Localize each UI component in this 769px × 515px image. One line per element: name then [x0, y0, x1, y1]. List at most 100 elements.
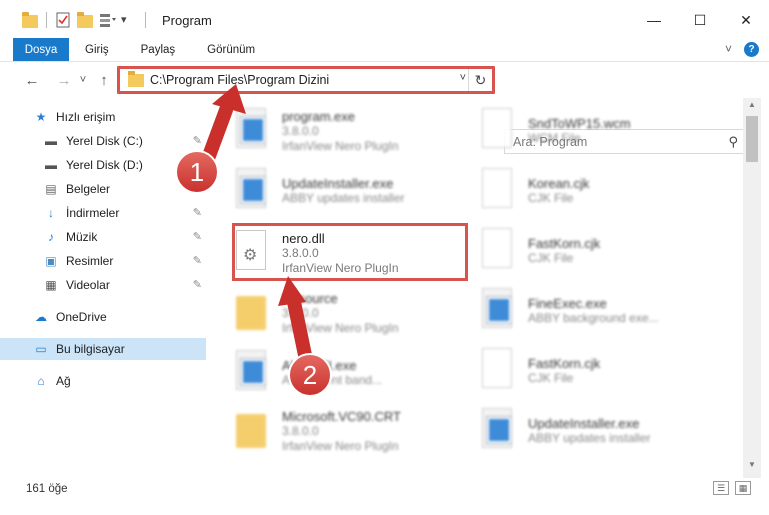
- sidebar-item-label: Bu bilgisayar: [56, 342, 125, 356]
- tab-giris[interactable]: Giriş: [69, 38, 125, 61]
- file-item-nero-dll[interactable]: nero.dll 3.8.0.0 IrfanView Nero PlugIn: [232, 224, 472, 282]
- sidebar-item-label: Yerel Disk (D:): [66, 158, 143, 172]
- sidebar-item-pictures[interactable]: ▣ Resimler ✎: [0, 250, 206, 272]
- close-button[interactable]: ✕: [723, 0, 769, 40]
- minimize-button[interactable]: —: [631, 0, 677, 40]
- up-button[interactable]: ↑: [92, 72, 116, 89]
- pin-icon: ✎: [192, 207, 202, 219]
- file-icon: [482, 228, 516, 272]
- sidebar-item-videos[interactable]: ▦ Videolar ✎: [0, 274, 206, 296]
- sidebar-item-quick-access[interactable]: ★ Hızlı erişim: [0, 106, 206, 128]
- sidebar-item-local-disk-d[interactable]: ▬ Yerel Disk (D:): [0, 154, 206, 176]
- details-view-icon[interactable]: ☰: [713, 481, 729, 495]
- vertical-scrollbar[interactable]: ▲ ▼: [743, 98, 761, 478]
- recent-locations-button[interactable]: ˅: [76, 74, 90, 86]
- properties-icon[interactable]: [55, 12, 71, 28]
- file-item[interactable]: Microsoft.VC90.CRT 3.8.0.0 IrfanView Ner…: [232, 402, 472, 460]
- exe-file-icon: [236, 168, 270, 212]
- file-name: nero.dll: [282, 230, 325, 246]
- music-icon: ♪: [48, 230, 54, 244]
- file-type: CJK File: [528, 251, 574, 265]
- file-description: IrfanView Nero PlugIn: [282, 438, 399, 453]
- file-item[interactable]: FastKorn.cjk CJK File: [478, 342, 718, 400]
- file-name: UpdateInstaller.exe: [528, 416, 640, 431]
- tab-gorunum[interactable]: Görünüm: [191, 38, 271, 61]
- scrollbar-thumb[interactable]: [746, 116, 758, 162]
- sidebar-item-onedrive[interactable]: ☁ OneDrive: [0, 306, 206, 328]
- sidebar-item-network[interactable]: ⌂ Ağ: [0, 370, 206, 392]
- window-title: Program: [162, 12, 212, 28]
- pin-icon: ✎: [192, 255, 202, 267]
- refresh-button[interactable]: ↻: [468, 68, 492, 92]
- sidebar-item-music[interactable]: ♪ Müzik ✎: [0, 226, 206, 248]
- sidebar-item-documents[interactable]: ▤ Belgeler ✎: [0, 178, 206, 200]
- file-name: program.exe: [282, 108, 355, 124]
- maximize-button[interactable]: ☐: [677, 0, 723, 40]
- folder-icon: [236, 290, 270, 334]
- file-item[interactable]: AbbySTI.exe Abby event band...: [232, 344, 472, 402]
- file-item[interactable]: SndToWP15.wcm WCM File: [478, 102, 718, 160]
- video-icon: ▦: [45, 278, 57, 292]
- exe-file-icon: [482, 408, 516, 452]
- pin-icon: ✎: [192, 231, 202, 243]
- address-path[interactable]: C:\Program Files\Program Dizini: [150, 73, 329, 87]
- navigation-pane: ★ Hızlı erişim ▬ Yerel Disk (C:) ✎ ▬ Yer…: [0, 98, 208, 478]
- tab-paylas[interactable]: Paylaş: [125, 38, 192, 61]
- pin-icon: ✎: [192, 279, 202, 291]
- customize-toolbar-icon[interactable]: ▾: [121, 12, 137, 28]
- file-version: 3.8.0.0: [282, 245, 319, 260]
- forward-button[interactable]: →: [52, 72, 76, 89]
- file-item[interactable]: UpdateInstaller.exe ABBY updates install…: [478, 402, 718, 460]
- sidebar-item-local-disk-c[interactable]: ▬ Yerel Disk (C:) ✎: [0, 130, 206, 152]
- new-folder-icon[interactable]: [77, 12, 93, 28]
- file-item[interactable]: FineExec.exe ABBY background exe...: [478, 282, 718, 340]
- file-name: FastKorn.cjk: [528, 236, 601, 251]
- file-item[interactable]: program.exe 3.8.0.0 IrfanView Nero PlugI…: [232, 102, 472, 160]
- file-icon: [482, 108, 516, 152]
- item-count: 161 öğe: [26, 483, 68, 495]
- sidebar-item-downloads[interactable]: ↓ İndirmeler ✎: [0, 202, 206, 224]
- exe-file-icon: [482, 288, 516, 332]
- file-type: CJK File: [528, 191, 574, 205]
- tab-dosya[interactable]: Dosya: [13, 38, 69, 61]
- file-item[interactable]: UpdateInstaller.exe ABBY updates install…: [232, 162, 472, 220]
- dll-file-icon: [236, 230, 270, 274]
- file-item[interactable]: Resource 3.8.0.0 IrfanView Nero PlugIn: [232, 284, 472, 342]
- cloud-icon: ☁: [35, 310, 47, 324]
- scroll-down-icon[interactable]: ▼: [743, 460, 761, 476]
- file-icon: [482, 348, 516, 392]
- sidebar-item-this-pc[interactable]: ▭ Bu bilgisayar: [0, 338, 206, 360]
- file-version: 3.8.0.0: [282, 123, 319, 138]
- file-name: UpdateInstaller.exe: [282, 176, 394, 191]
- status-bar: 161 öğe: [0, 478, 769, 500]
- file-type: CJK File: [528, 371, 574, 385]
- sidebar-item-label: Ağ: [56, 374, 71, 388]
- address-dropdown-icon[interactable]: ˅: [460, 72, 466, 84]
- sidebar-item-label: Hızlı erişim: [56, 110, 116, 124]
- file-item[interactable]: Korean.cjk CJK File: [478, 162, 718, 220]
- file-name: FastKorn.cjk: [528, 356, 601, 371]
- file-description: IrfanView Nero PlugIn: [282, 260, 399, 275]
- download-icon: ↓: [48, 206, 54, 220]
- pin-icon: ✎: [192, 135, 202, 147]
- separator: [46, 12, 47, 28]
- tiles-view-icon[interactable]: ▦: [735, 481, 751, 495]
- file-item[interactable]: FastKorn.cjk CJK File: [478, 222, 718, 280]
- view-options-icon[interactable]: [99, 12, 116, 28]
- separator: [145, 12, 146, 28]
- scroll-up-icon[interactable]: ▲: [743, 100, 761, 116]
- file-version: 3.8.0.0: [282, 423, 319, 438]
- drive-icon: ▬: [45, 134, 57, 148]
- back-button[interactable]: ←: [20, 72, 44, 89]
- help-icon[interactable]: ?: [744, 42, 759, 57]
- view-switcher: ☰ ▦: [713, 481, 751, 495]
- sidebar-item-label: Videolar: [66, 278, 110, 292]
- file-version: 3.8.0.0: [282, 305, 319, 320]
- expand-ribbon-icon[interactable]: ˅: [725, 42, 732, 57]
- exe-file-icon: [236, 108, 270, 152]
- document-icon: ▤: [45, 182, 57, 196]
- file-name: Resource: [282, 290, 338, 306]
- folder-icon: [236, 408, 270, 452]
- address-bar[interactable]: C:\Program Files\Program Dizini ˅ ↻: [119, 67, 493, 93]
- sidebar-item-label: Resimler: [66, 254, 114, 268]
